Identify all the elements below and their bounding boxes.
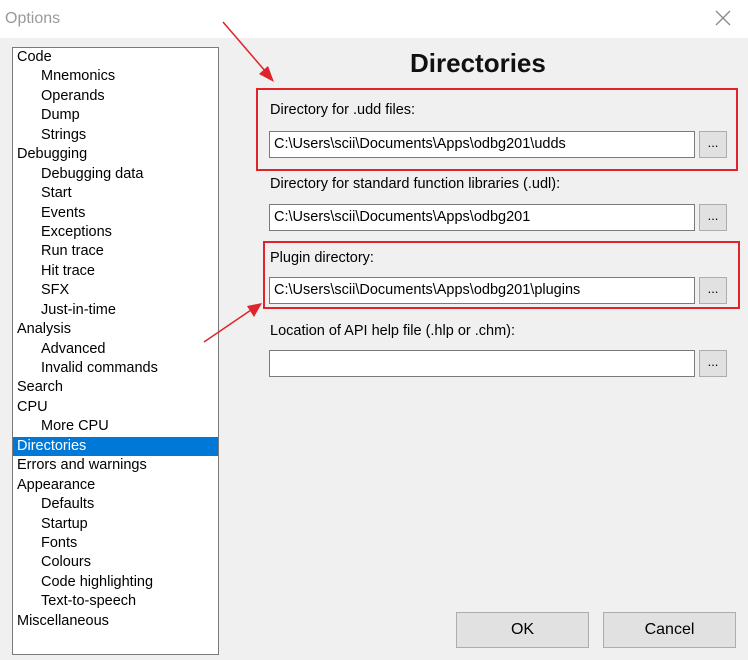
- tree-item-search[interactable]: Search: [13, 378, 218, 397]
- tree-item-text-to-speech[interactable]: Text-to-speech: [13, 592, 218, 611]
- tree-item-code-highlighting[interactable]: Code highlighting: [13, 573, 218, 592]
- tree-item-errors-and-warnings[interactable]: Errors and warnings: [13, 456, 218, 475]
- api-help-label: Location of API help file (.hlp or .chm)…: [270, 323, 516, 339]
- udd-highlight-box: [256, 88, 738, 171]
- tree-item-events[interactable]: Events: [13, 204, 218, 223]
- window-title: Options: [5, 10, 61, 27]
- page-title: Directories: [410, 48, 546, 78]
- api-help-input[interactable]: [269, 350, 695, 377]
- tree-item-mnemonics[interactable]: Mnemonics: [13, 67, 218, 86]
- tree-item-hit-trace[interactable]: Hit trace: [13, 262, 218, 281]
- tree-item-start[interactable]: Start: [13, 184, 218, 203]
- close-icon[interactable]: [712, 7, 734, 29]
- tree-item-cpu[interactable]: CPU: [13, 398, 218, 417]
- tree-item-defaults[interactable]: Defaults: [13, 495, 218, 514]
- plugin-highlight-box: [263, 241, 740, 309]
- options-tree[interactable]: Code Mnemonics Operands Dump Strings Debuggin…: [12, 47, 219, 655]
- tree-item-run-trace[interactable]: Run trace: [13, 242, 218, 261]
- ok-button[interactable]: OK: [456, 612, 589, 648]
- tree-item-debugging-data[interactable]: Debugging data: [13, 165, 218, 184]
- tree-item-fonts[interactable]: Fonts: [13, 534, 218, 553]
- tree-item-strings[interactable]: Strings: [13, 126, 218, 145]
- tree-item-operands[interactable]: Operands: [13, 87, 218, 106]
- tree-item-miscellaneous[interactable]: Miscellaneous: [13, 612, 218, 631]
- udl-browse-button[interactable]: ...: [699, 204, 727, 231]
- tree-item-dump[interactable]: Dump: [13, 106, 218, 125]
- tree-item-debugging[interactable]: Debugging: [13, 145, 218, 164]
- tree-item-colours[interactable]: Colours: [13, 553, 218, 572]
- udl-directory-label: Directory for standard function librarie…: [270, 176, 561, 192]
- tree-item-exceptions[interactable]: Exceptions: [13, 223, 218, 242]
- tree-item-invalid-commands[interactable]: Invalid commands: [13, 359, 218, 378]
- tree-item-code[interactable]: Code: [13, 48, 218, 67]
- tree-item-sfx[interactable]: SFX: [13, 281, 218, 300]
- api-help-browse-button[interactable]: ...: [699, 350, 727, 377]
- title-bar: Options: [0, 0, 748, 38]
- tree-item-startup[interactable]: Startup: [13, 515, 218, 534]
- cancel-button[interactable]: Cancel: [603, 612, 736, 648]
- tree-item-appearance[interactable]: Appearance: [13, 476, 218, 495]
- tree-item-advanced[interactable]: Advanced: [13, 340, 218, 359]
- tree-item-just-in-time[interactable]: Just-in-time: [13, 301, 218, 320]
- tree-item-directories[interactable]: Directories: [13, 436, 218, 457]
- udl-directory-input[interactable]: C:\Users\scii\Documents\Apps\odbg201: [269, 204, 695, 231]
- tree-item-analysis[interactable]: Analysis: [13, 320, 218, 339]
- tree-item-more-cpu[interactable]: More CPU: [13, 417, 218, 436]
